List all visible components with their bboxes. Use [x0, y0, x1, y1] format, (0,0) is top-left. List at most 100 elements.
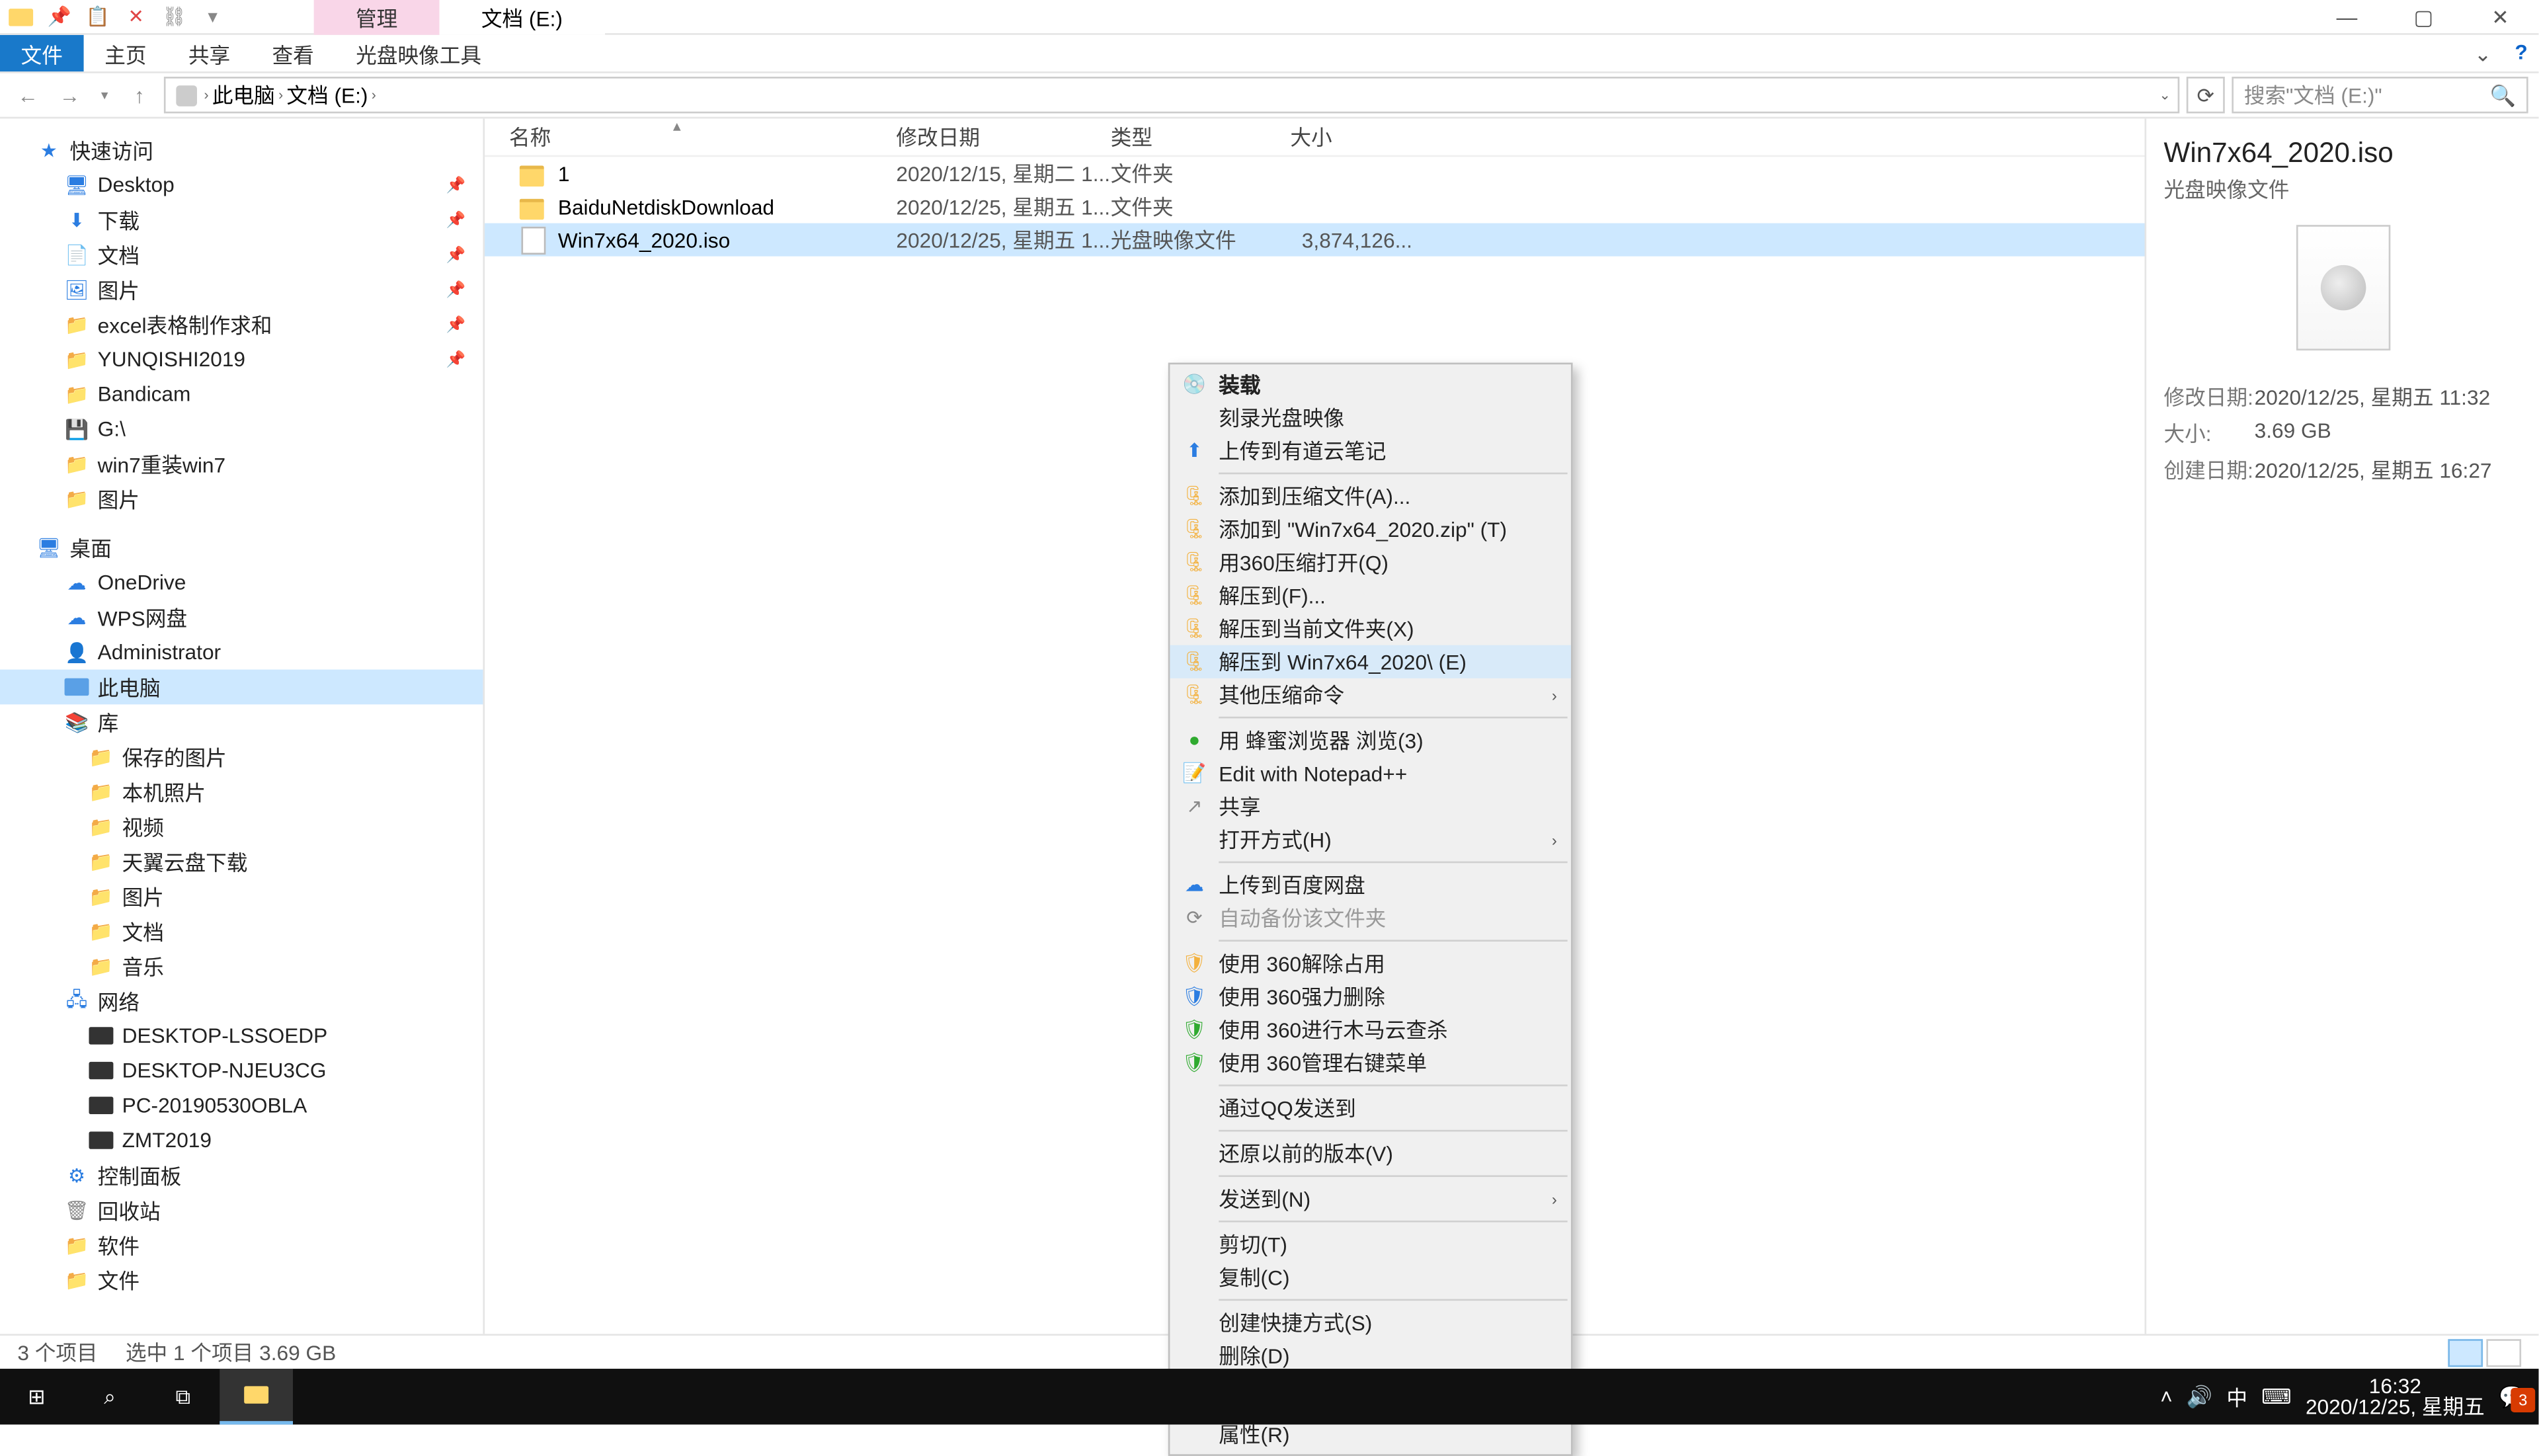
- nav-network-pc4[interactable]: ZMT2019: [0, 1123, 483, 1158]
- nav-pictures[interactable]: 🖼图片📌: [0, 272, 483, 307]
- nav-pictures3[interactable]: 📁图片: [0, 879, 483, 914]
- search-button[interactable]: ⌕: [73, 1369, 147, 1424]
- start-button[interactable]: ⊞: [0, 1369, 73, 1424]
- ctx-copy[interactable]: 复制(C): [1170, 1261, 1571, 1294]
- ctx-other-zip[interactable]: 🗜其他压缩命令›: [1170, 678, 1571, 711]
- ribbon-tab-home[interactable]: 主页: [84, 35, 168, 71]
- nav-quick-access[interactable]: ★快速访问: [0, 132, 483, 167]
- nav-back-button[interactable]: ←: [11, 77, 46, 112]
- tray-volume-icon[interactable]: 🔊: [2187, 1385, 2212, 1409]
- contextual-tab-manage[interactable]: 管理: [314, 0, 440, 35]
- nav-documents[interactable]: 📄文档📌: [0, 237, 483, 272]
- ctx-zip-add[interactable]: 🗜添加到压缩文件(A)...: [1170, 479, 1571, 512]
- nav-network-pc3[interactable]: PC-20190530OBLA: [0, 1088, 483, 1123]
- ctx-qq[interactable]: 通过QQ发送到: [1170, 1092, 1571, 1125]
- ctx-burn[interactable]: 刻录光盘映像: [1170, 401, 1571, 434]
- nav-downloads[interactable]: ⬇下载📌: [0, 202, 483, 237]
- file-row-selected[interactable]: Win7x64_2020.iso 2020/12/25, 星期五 1... 光盘…: [485, 223, 2144, 257]
- nav-gdrive[interactable]: 💾G:\: [0, 411, 483, 446]
- nav-excel[interactable]: 📁excel表格制作求和📌: [0, 307, 483, 342]
- ctx-notepad[interactable]: 📝Edit with Notepad++: [1170, 756, 1571, 789]
- ctx-open360[interactable]: 🗜用360压缩打开(Q): [1170, 546, 1571, 579]
- nav-network-pc1[interactable]: DESKTOP-LSSOEDP: [0, 1018, 483, 1053]
- checklist-icon[interactable]: 📋: [84, 3, 112, 30]
- ctx-360-unlock[interactable]: 🛡使用 360解除占用: [1170, 947, 1571, 980]
- file-row[interactable]: 1 2020/12/15, 星期二 1... 文件夹: [485, 157, 2144, 190]
- minimize-button[interactable]: —: [2308, 0, 2385, 35]
- ctx-cut[interactable]: 剪切(T): [1170, 1227, 1571, 1260]
- view-thumbnails-button[interactable]: [2486, 1338, 2521, 1366]
- nav-video[interactable]: 📁视频: [0, 809, 483, 844]
- ctx-baidu[interactable]: ☁上传到百度网盘: [1170, 868, 1571, 901]
- ctx-zip-named[interactable]: 🗜添加到 "Win7x64_2020.zip" (T): [1170, 512, 1571, 546]
- nav-skydrive[interactable]: 📁天翼云盘下载: [0, 844, 483, 879]
- nav-documents2[interactable]: 📁文档: [0, 914, 483, 949]
- nav-software[interactable]: 📁软件: [0, 1227, 483, 1262]
- tray-ime[interactable]: 中: [2226, 1382, 2247, 1412]
- nav-wps[interactable]: ☁WPS网盘: [0, 600, 483, 635]
- breadcrumb-pc[interactable]: 此电脑: [212, 80, 275, 110]
- maximize-button[interactable]: ▢: [2385, 0, 2462, 35]
- nav-desktop-root[interactable]: 🖥桌面: [0, 530, 483, 565]
- close-button[interactable]: ✕: [2462, 0, 2538, 35]
- close-doc-icon[interactable]: ✕: [122, 3, 150, 30]
- tray-chevron-up-icon[interactable]: ˄: [2160, 1385, 2173, 1409]
- nav-music[interactable]: 📁音乐: [0, 949, 483, 984]
- tray-clock[interactable]: 16:32 2020/12/25, 星期五: [2306, 1376, 2485, 1418]
- column-date[interactable]: 修改日期: [896, 122, 1110, 152]
- nav-win7[interactable]: 📁win7重装win7: [0, 446, 483, 481]
- nav-saved-pictures[interactable]: 📁保存的图片: [0, 739, 483, 774]
- column-name[interactable]: 名称: [502, 122, 896, 152]
- ctx-mount[interactable]: 💿装载: [1170, 368, 1571, 401]
- ctx-extract-here[interactable]: 🗜解压到当前文件夹(X): [1170, 612, 1571, 645]
- ctx-extract-named[interactable]: 🗜解压到 Win7x64_2020\ (E): [1170, 645, 1571, 678]
- tray-keyboard-icon[interactable]: ⌨: [2261, 1385, 2292, 1409]
- nav-yunqishi[interactable]: 📁YUNQISHI2019📌: [0, 342, 483, 377]
- nav-onedrive[interactable]: ☁OneDrive: [0, 565, 483, 600]
- ctx-360-manage[interactable]: 🛡使用 360管理右键菜单: [1170, 1046, 1571, 1079]
- ctx-extract-to[interactable]: 🗜解压到(F)...: [1170, 579, 1571, 612]
- ribbon-tab-share[interactable]: 共享: [167, 35, 251, 71]
- ribbon-expand-button[interactable]: ⌄: [2462, 35, 2503, 71]
- nav-desktop[interactable]: 🖥Desktop📌: [0, 167, 483, 202]
- chevron-right-icon[interactable]: ›: [204, 87, 209, 103]
- column-size[interactable]: 大小: [1290, 122, 1430, 152]
- breadcrumb-doc[interactable]: 文档 (E:): [286, 80, 368, 110]
- ctx-restore[interactable]: 还原以前的版本(V): [1170, 1137, 1571, 1170]
- ctx-browser[interactable]: ●用 蜂蜜浏览器 浏览(3): [1170, 723, 1571, 756]
- explorer-task-button[interactable]: [220, 1369, 293, 1424]
- ctx-youdao[interactable]: ⬆上传到有道云笔记: [1170, 434, 1571, 467]
- help-button[interactable]: ?: [2504, 35, 2539, 70]
- chevron-down-icon[interactable]: ⌄: [2159, 87, 2171, 103]
- ribbon-tab-isotools[interactable]: 光盘映像工具: [335, 35, 502, 71]
- tray-notifications-icon[interactable]: 💬3: [2499, 1385, 2524, 1409]
- nav-up-button[interactable]: ↑: [122, 77, 157, 112]
- pin-icon[interactable]: 📌: [46, 3, 73, 30]
- nav-libraries[interactable]: 📚库: [0, 704, 483, 739]
- ribbon-tab-file[interactable]: 文件: [0, 35, 84, 71]
- ctx-shortcut[interactable]: 创建快捷方式(S): [1170, 1306, 1571, 1339]
- nav-pictures2[interactable]: 📁图片: [0, 481, 483, 516]
- breadcrumb[interactable]: › 此电脑 › 文档 (E:) › ⌄: [164, 77, 2179, 113]
- nav-network-pc2[interactable]: DESKTOP-NJEU3CG: [0, 1053, 483, 1088]
- nav-file[interactable]: 📁文件: [0, 1262, 483, 1297]
- nav-recycle[interactable]: 🗑回收站: [0, 1193, 483, 1228]
- nav-history-dropdown[interactable]: ▾: [94, 77, 115, 112]
- ribbon-tab-view[interactable]: 查看: [251, 35, 335, 71]
- nav-admin[interactable]: 👤Administrator: [0, 635, 483, 670]
- file-row[interactable]: BaiduNetdiskDownload 2020/12/25, 星期五 1..…: [485, 190, 2144, 223]
- chevron-right-icon[interactable]: ›: [278, 87, 283, 103]
- chevron-right-icon[interactable]: ›: [372, 87, 376, 103]
- search-input[interactable]: 搜索"文档 (E:)" 🔍: [2232, 77, 2528, 113]
- nav-local-pictures[interactable]: 📁本机照片: [0, 774, 483, 809]
- taskview-button[interactable]: ⧉: [147, 1369, 220, 1424]
- ctx-sendto[interactable]: 发送到(N)›: [1170, 1182, 1571, 1215]
- refresh-button[interactable]: ⟳: [2187, 77, 2225, 113]
- dropdown-icon[interactable]: ▾: [199, 3, 227, 30]
- nav-control-panel[interactable]: ⚙控制面板: [0, 1158, 483, 1193]
- chain-icon[interactable]: ⛓: [161, 3, 188, 30]
- ctx-openwith[interactable]: 打开方式(H)›: [1170, 823, 1571, 856]
- nav-forward-button[interactable]: →: [52, 77, 87, 112]
- nav-thispc[interactable]: 此电脑: [0, 670, 483, 705]
- ctx-delete[interactable]: 删除(D): [1170, 1339, 1571, 1372]
